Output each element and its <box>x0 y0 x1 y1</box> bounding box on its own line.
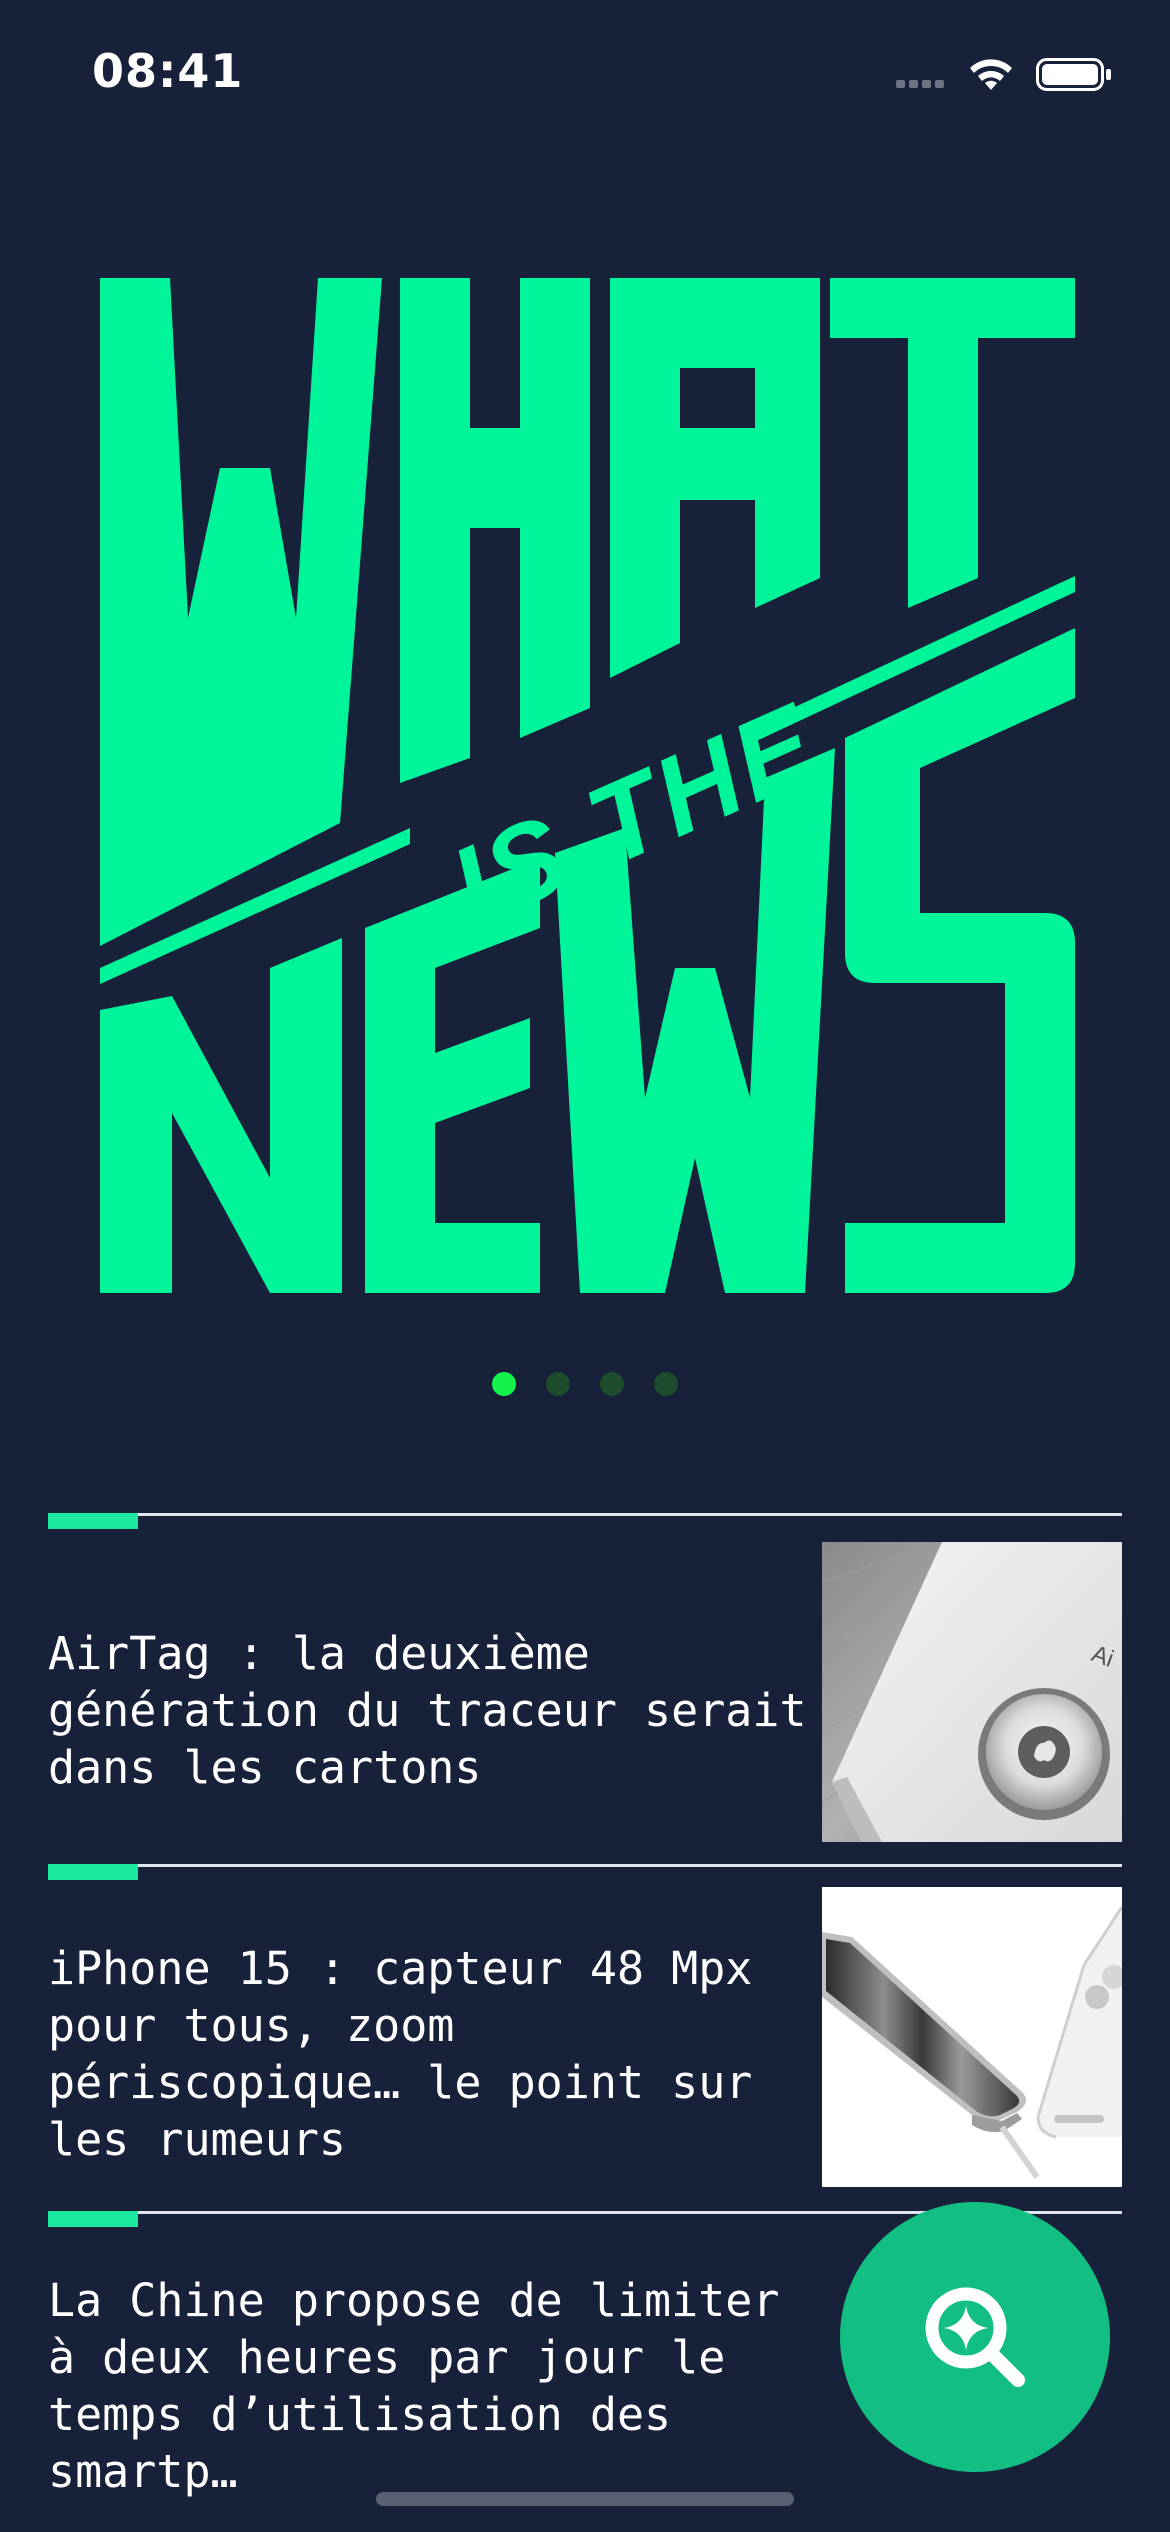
news-thumbnail-airtag[interactable]: Ai <box>822 1542 1122 1842</box>
logo-letter-a <box>610 278 820 678</box>
page-dot-2[interactable] <box>546 1372 570 1396</box>
hero-logo: IS THE <box>100 278 1075 1293</box>
news-title[interactable]: iPhone 15 : capteur 48 Mpx pour tous, zo… <box>48 1940 808 2168</box>
news-item-accent <box>48 1864 138 1880</box>
news-item-accent <box>48 2211 138 2227</box>
news-item[interactable]: AirTag : la deuxième génération du trace… <box>48 1513 1122 1864</box>
logo-letter-h <box>400 278 590 783</box>
page-dot-3[interactable] <box>600 1372 624 1396</box>
page-indicator[interactable] <box>0 1372 1170 1400</box>
status-bar: 08:41 <box>0 0 1170 150</box>
search-fab-button[interactable] <box>840 2202 1110 2472</box>
what-is-the-news-logo: IS THE <box>100 278 1075 1293</box>
logo-letter-w <box>100 278 382 946</box>
news-title[interactable]: AirTag : la deuxième génération du trace… <box>48 1625 808 1796</box>
wifi-icon <box>970 59 1012 90</box>
logo-letter-t <box>830 278 1075 608</box>
logo-letter-s <box>845 628 1075 1293</box>
news-thumbnail-iphone[interactable] <box>822 1887 1122 2187</box>
logo-letter-n <box>100 938 342 1293</box>
news-item[interactable]: iPhone 15 : capteur 48 Mpx pour tous, zo… <box>48 1864 1122 2211</box>
news-title[interactable]: La Chine propose de limiter à deux heure… <box>48 2272 808 2500</box>
status-icons <box>896 54 1116 94</box>
logo-letter-e <box>365 858 540 1293</box>
status-time: 08:41 <box>92 44 244 98</box>
search-sparkle-icon <box>925 2287 1025 2387</box>
battery-icon <box>1036 58 1111 91</box>
home-indicator <box>376 2492 794 2506</box>
news-item-accent <box>48 1513 138 1529</box>
cellular-signal-icon <box>896 80 944 88</box>
page-dot-1[interactable] <box>492 1372 516 1396</box>
page-dot-4[interactable] <box>654 1372 678 1396</box>
